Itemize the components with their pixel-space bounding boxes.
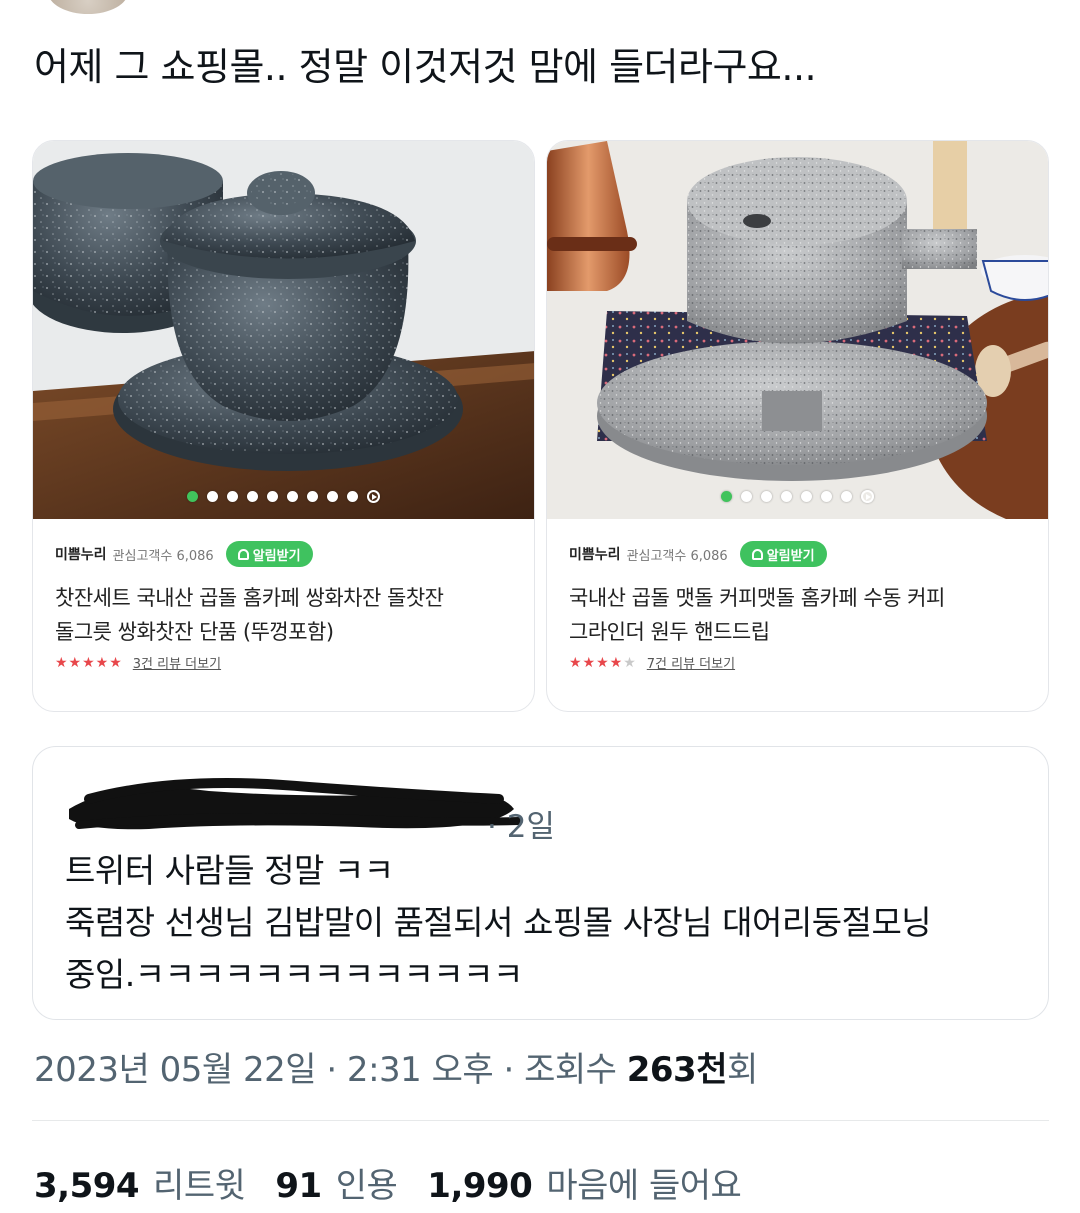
quoted-text-line: 중임.ㅋㅋㅋㅋㅋㅋㅋㅋㅋㅋㅋㅋㅋ	[65, 955, 523, 994]
quote-count: 91	[275, 1166, 322, 1206]
engagement-stats: 3,594 리트윗 91 인용 1,990 마음에 들어요	[34, 1158, 742, 1207]
carousel-dot-active[interactable]	[187, 491, 198, 502]
store-name[interactable]: 미쁨누리	[569, 544, 621, 564]
tweet-timestamp[interactable]: 2023년 05월 22일 · 2:31 오후 · 조회수	[34, 1050, 627, 1090]
star-rating: ★★★★★	[569, 655, 637, 671]
follower-count: 관심고객수 6,086	[626, 548, 728, 564]
retweet-stat[interactable]: 3,594 리트윗	[34, 1158, 246, 1207]
carousel-dot[interactable]	[227, 491, 238, 502]
product-title-line: 국내산 곱돌 맷돌 커피맷돌 홈카페 수동 커피	[569, 586, 945, 610]
carousel-dot[interactable]	[267, 491, 278, 502]
retweet-count: 3,594	[34, 1166, 140, 1206]
view-count[interactable]: 263천	[627, 1050, 728, 1090]
tweet-text: 어제 그 쇼핑몰.. 정말 이것저것 맘에 들더라구요...	[34, 45, 817, 89]
like-stat[interactable]: 1,990 마음에 들어요	[427, 1158, 742, 1207]
alarm-button[interactable]: 알림받기	[739, 541, 827, 567]
redaction-scribble	[69, 778, 523, 830]
quoted-text-line: 죽렴장 선생님 김밥말이 품절되서 쇼핑몰 사장님 대어리둥절모닝	[65, 903, 932, 942]
bell-icon	[237, 548, 249, 560]
view-count-suffix: 회	[727, 1050, 758, 1090]
like-label: 마음에 들어요	[546, 1166, 742, 1206]
play-icon[interactable]	[861, 490, 874, 503]
like-count: 1,990	[427, 1166, 533, 1206]
author-avatar[interactable]	[48, 0, 128, 14]
carousel-dot[interactable]	[327, 491, 338, 502]
carousel-dot[interactable]	[287, 491, 298, 502]
product-title[interactable]: 찻잔세트 국내산 곱돌 홈카페 쌍화차잔 돌찻잔 돌그릇 쌍화찻잔 단품 (뚜껑…	[55, 581, 518, 649]
carousel-dot[interactable]	[741, 491, 752, 502]
carousel-dots[interactable]	[33, 490, 534, 503]
quoted-text: 트위터 사람들 정말 ㅋㅋ 죽렴장 선생님 김밥말이 품절되서 쇼핑몰 사장님 …	[65, 845, 932, 1001]
carousel-dot[interactable]	[307, 491, 318, 502]
carousel-dot-active[interactable]	[721, 491, 732, 502]
product-title-line: 찻잔세트 국내산 곱돌 홈카페 쌍화차잔 돌찻잔	[55, 586, 444, 610]
product-title-line: 돌그릇 쌍화찻잔 단품 (뚜껑포함)	[55, 620, 334, 644]
product-card[interactable]: 미쁨누리 관심고객수 6,086 알림받기 찻잔세트 국내산 곱돌 홈카페 쌍화…	[32, 140, 535, 712]
play-icon[interactable]	[367, 490, 380, 503]
carousel-dot[interactable]	[247, 491, 258, 502]
review-link[interactable]: 7건 리뷰 더보기	[647, 653, 735, 672]
carousel-dot[interactable]	[761, 491, 772, 502]
alarm-button[interactable]: 알림받기	[225, 541, 313, 567]
follower-count: 관심고객수 6,086	[112, 548, 214, 564]
quoted-text-line: 트위터 사람들 정말 ㅋㅋ	[65, 851, 394, 890]
quoted-time[interactable]: · 2일	[487, 801, 555, 846]
star-rating: ★★★★★	[55, 654, 123, 671]
store-name[interactable]: 미쁨누리	[55, 544, 107, 564]
quote-label: 인용	[335, 1166, 398, 1206]
alarm-label: 알림받기	[252, 548, 301, 564]
quote-stat[interactable]: 91 인용	[275, 1158, 397, 1207]
stars-filled: ★★★★	[569, 654, 624, 671]
carousel-dot[interactable]	[781, 491, 792, 502]
carousel-dot[interactable]	[207, 491, 218, 502]
carousel-dot[interactable]	[841, 491, 852, 502]
divider	[32, 1120, 1049, 1121]
carousel-dot[interactable]	[801, 491, 812, 502]
retweet-label: 리트윗	[153, 1166, 246, 1206]
carousel-dot[interactable]	[347, 491, 358, 502]
quoted-tweet[interactable]: · 2일 트위터 사람들 정말 ㅋㅋ 죽렴장 선생님 김밥말이 품절되서 쇼핑몰…	[32, 746, 1049, 1020]
carousel-dot[interactable]	[821, 491, 832, 502]
carousel-dots[interactable]	[547, 490, 1048, 503]
review-link[interactable]: 3건 리뷰 더보기	[133, 653, 221, 672]
product-image[interactable]	[547, 141, 1048, 519]
product-card[interactable]: 미쁨누리 관심고객수 6,086 알림받기 국내산 곱돌 맷돌 커피맷돌 홈카페…	[546, 140, 1049, 712]
product-carousel: 미쁨누리 관심고객수 6,086 알림받기 찻잔세트 국내산 곱돌 홈카페 쌍화…	[32, 140, 1049, 712]
product-title-line: 그라인더 원두 핸드드립	[569, 620, 770, 644]
product-image[interactable]	[33, 141, 534, 519]
bell-icon	[751, 548, 763, 560]
product-title[interactable]: 국내산 곱돌 맷돌 커피맷돌 홈카페 수동 커피 그라인더 원두 핸드드립	[569, 581, 1032, 649]
alarm-label: 알림받기	[766, 548, 815, 564]
quoted-author-redacted[interactable]: · 2일	[59, 769, 579, 845]
tweet-meta: 2023년 05월 22일 · 2:31 오후 · 조회수 263천회	[34, 1042, 758, 1091]
star-half-icon: ★	[623, 654, 637, 671]
